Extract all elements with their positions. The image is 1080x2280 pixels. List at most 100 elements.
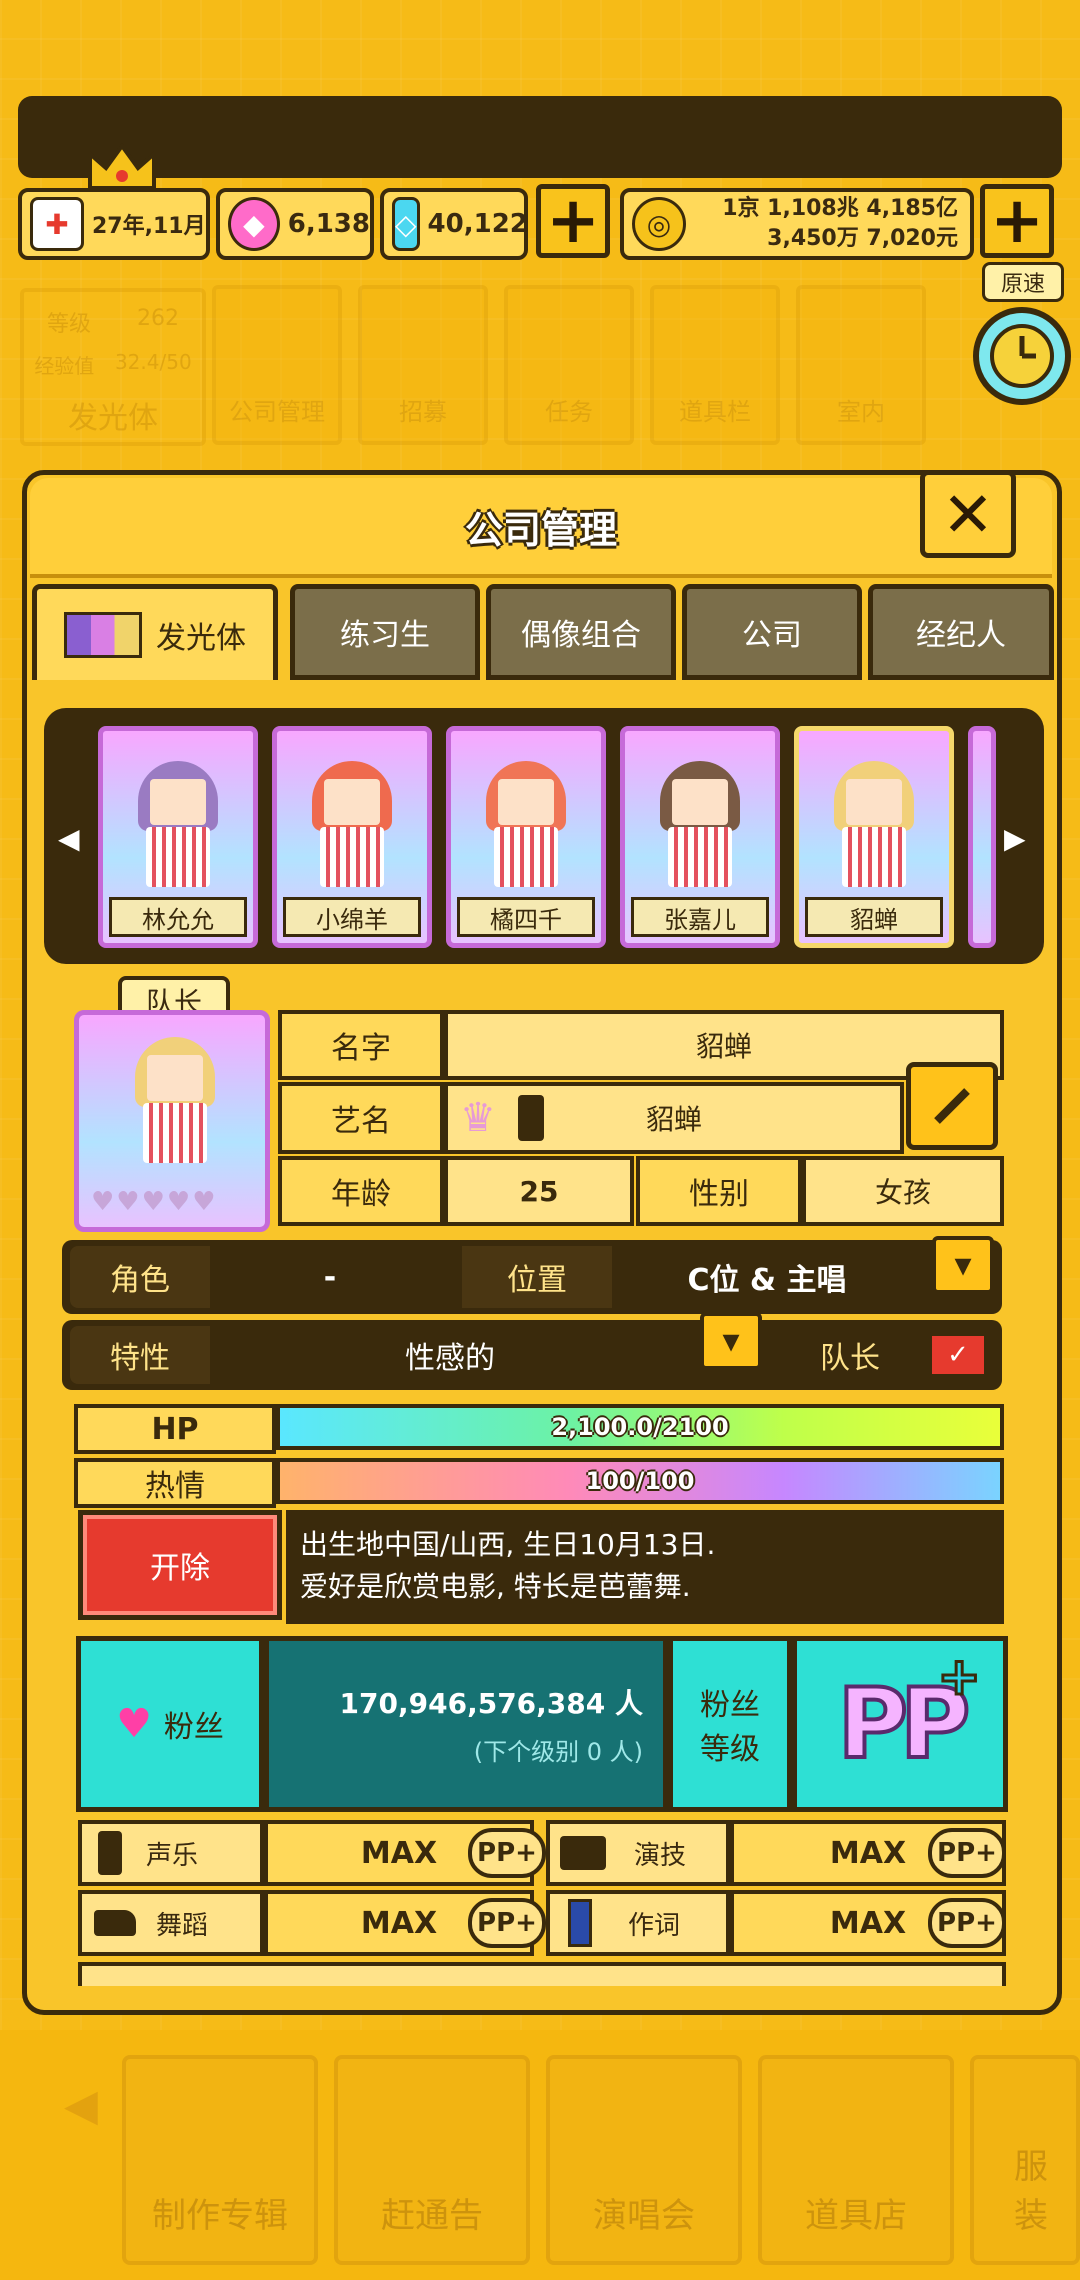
stage-name-value: 貂蝉 bbox=[645, 1103, 702, 1136]
blue-gem-counter: ◇ 40,122 bbox=[380, 188, 528, 260]
roster-card[interactable]: 橘四千 bbox=[446, 726, 606, 948]
nav-schedule[interactable]: 赶通告 bbox=[334, 2055, 530, 2265]
roster-card[interactable]: 小绵羊 bbox=[272, 726, 432, 948]
nav-clothing[interactable]: 服装 bbox=[970, 2055, 1080, 2265]
speed-clock-button[interactable] bbox=[970, 304, 1074, 408]
level-label: 等级 bbox=[46, 312, 91, 337]
bio-box: 出生地中国/山西, 生日10月13日. 爱好是欣赏电影, 特长是芭蕾舞. bbox=[286, 1510, 1004, 1624]
captain-toggle[interactable]: ✓ bbox=[928, 1332, 988, 1378]
position-value: C位 & 主唱 bbox=[687, 1263, 847, 1298]
age-label: 年龄 bbox=[278, 1156, 444, 1226]
roster-character bbox=[834, 761, 914, 901]
bg-tile-tasks: 任务 bbox=[504, 285, 634, 445]
fan-level-badge[interactable]: PP + bbox=[792, 1636, 1008, 1812]
tab-idol-group[interactable]: 偶像组合 bbox=[486, 584, 676, 680]
money-line-1: 1京 1,108兆 4,185亿 bbox=[722, 196, 958, 221]
tab-glow[interactable]: 发光体 bbox=[32, 584, 278, 680]
add-gems-button[interactable]: + bbox=[536, 184, 610, 258]
role-value: - bbox=[323, 1259, 337, 1295]
passion-label: 热情 bbox=[74, 1458, 276, 1508]
role-label: 角色 bbox=[70, 1246, 210, 1308]
selected-portrait[interactable]: ♥♥♥♥♥ bbox=[74, 1010, 270, 1232]
clock-icon bbox=[973, 307, 1071, 405]
roster-card-name: 张嘉儿 bbox=[631, 897, 769, 937]
trait-label: 特性 bbox=[70, 1326, 210, 1384]
date-text: 27年,11月 bbox=[92, 214, 206, 239]
skill-lyrics: 作词 bbox=[546, 1890, 730, 1956]
top-header-bar bbox=[18, 96, 1062, 178]
fire-button[interactable]: 开除 bbox=[78, 1510, 282, 1620]
skill-vocal-label: 声乐 bbox=[146, 1840, 199, 1871]
close-button[interactable]: ✕ bbox=[920, 470, 1016, 558]
skill-dance-upgrade[interactable]: PP+ bbox=[468, 1898, 546, 1948]
bg-tile-items: 道具栏 bbox=[650, 285, 780, 445]
roster-card-name: 林允允 bbox=[109, 897, 247, 937]
skill-acting: 演技 bbox=[546, 1820, 730, 1886]
tab-manager[interactable]: 经纪人 bbox=[868, 584, 1054, 680]
skill-lyrics-upgrade[interactable]: PP+ bbox=[928, 1898, 1006, 1948]
captain-label: 队长 bbox=[820, 1341, 880, 1376]
nav-concert[interactable]: 演唱会 bbox=[546, 2055, 742, 2265]
coin-icon: ◎ bbox=[632, 197, 686, 251]
bg-tile-interior: 室内 bbox=[796, 285, 926, 445]
fans-count-box: 170,946,576,384 人 (下个级别 0 人) bbox=[264, 1636, 668, 1812]
nav-item-shop[interactable]: 道具店 bbox=[758, 2055, 954, 2265]
exp-value: 32.4/50 bbox=[114, 350, 192, 374]
calendar-icon: ✚ bbox=[30, 197, 84, 251]
chevron-down-icon: ▾ bbox=[954, 1245, 972, 1285]
crown-icon[interactable] bbox=[86, 140, 158, 192]
tab-trainee[interactable]: 练习生 bbox=[290, 584, 480, 680]
skill-lyrics-label: 作词 bbox=[628, 1910, 681, 1941]
skills-overflow-row bbox=[78, 1962, 1006, 1986]
pink-gem-icon: ◆ bbox=[228, 197, 280, 251]
add-money-button[interactable]: + bbox=[980, 184, 1054, 258]
background-level-box: 等级 262 经验值 32.4/50 发光体 bbox=[20, 288, 206, 446]
roster-character bbox=[138, 761, 218, 901]
stage-name-label: 艺名 bbox=[278, 1082, 444, 1154]
edit-name-button[interactable] bbox=[906, 1062, 998, 1150]
camera-icon bbox=[560, 1836, 606, 1870]
chevron-down-icon: ▾ bbox=[722, 1321, 740, 1361]
speed-label: 原速 bbox=[982, 262, 1064, 302]
tab-glow-label: 发光体 bbox=[156, 620, 246, 656]
group-icon bbox=[64, 611, 142, 658]
position-label: 位置 bbox=[462, 1246, 612, 1308]
roster-card[interactable]: 林允允 bbox=[98, 726, 258, 948]
pink-gem-counter: ◆ 6,138 bbox=[216, 188, 374, 260]
mic-icon bbox=[98, 1831, 122, 1875]
trait-dropdown-button[interactable]: ▾ bbox=[700, 1312, 762, 1370]
roster-card[interactable]: 张嘉儿 bbox=[620, 726, 780, 948]
blue-gem-icon: ◇ bbox=[392, 197, 420, 251]
fans-label: 粉丝 bbox=[163, 1710, 224, 1745]
plus-icon: + bbox=[936, 1646, 983, 1709]
exp-label: 经验值 bbox=[34, 354, 95, 378]
glow-label: 发光体 bbox=[68, 401, 158, 436]
close-icon: ✕ bbox=[942, 477, 994, 551]
shoe-icon bbox=[94, 1910, 136, 1936]
age-value: 25 bbox=[444, 1156, 634, 1226]
mic-icon bbox=[518, 1095, 544, 1141]
tab-company[interactable]: 公司 bbox=[682, 584, 862, 680]
passion-value: 100/100 bbox=[585, 1467, 695, 1495]
skill-acting-label: 演技 bbox=[634, 1840, 687, 1871]
skill-acting-upgrade[interactable]: PP+ bbox=[928, 1828, 1006, 1878]
name-label: 名字 bbox=[278, 1010, 444, 1080]
dialog-title: 公司管理 bbox=[30, 478, 1052, 578]
fans-next-level: (下个级别 0 人) bbox=[473, 1737, 643, 1766]
nav-make-album[interactable]: 制作专辑 bbox=[122, 2055, 318, 2265]
skill-vocal-upgrade[interactable]: PP+ bbox=[468, 1828, 546, 1878]
roster-card-name: 貂蝉 bbox=[805, 897, 943, 937]
checkmark-icon: ✓ bbox=[947, 1340, 969, 1370]
bio-line-2: 爱好是欣赏电影, 特长是芭蕾舞. bbox=[300, 1570, 691, 1603]
roster-card[interactable]: 貂蝉 bbox=[794, 726, 954, 948]
bg-tile-company: 公司管理 bbox=[212, 285, 342, 445]
roster-character bbox=[660, 761, 740, 901]
roster-card-partial[interactable] bbox=[968, 726, 996, 948]
scroll-right-icon[interactable]: ▶ bbox=[1004, 822, 1026, 855]
nav-left-icon[interactable]: ◀ bbox=[64, 2080, 98, 2131]
roster-character bbox=[486, 761, 566, 901]
hearts-rating: ♥♥♥♥♥ bbox=[91, 1187, 218, 1217]
position-dropdown-button[interactable]: ▾ bbox=[932, 1236, 994, 1294]
skill-dance-label: 舞蹈 bbox=[156, 1910, 209, 1941]
scroll-left-icon[interactable]: ◀ bbox=[58, 822, 80, 855]
